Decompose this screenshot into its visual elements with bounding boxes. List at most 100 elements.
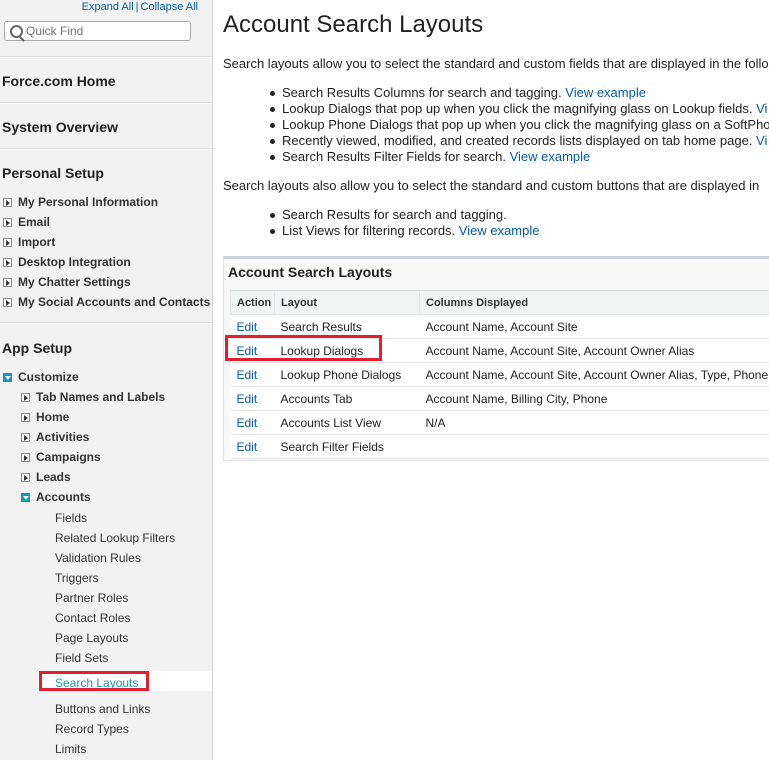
- sidebar-item-label: Campaigns: [36, 450, 101, 464]
- sidebar-item-leads[interactable]: Leads: [21, 470, 71, 484]
- sidebar-item-limits[interactable]: Limits: [55, 742, 86, 756]
- expand-arrow-icon[interactable]: [21, 413, 30, 422]
- expand-arrow-icon[interactable]: [3, 278, 12, 287]
- list-item: List Views for filtering records. View e…: [222, 223, 539, 239]
- columns-cell: Account Name, Account Site: [419, 314, 769, 339]
- buttons-bullet-list: Search Results for search and tagging. L…: [222, 207, 539, 239]
- sidebar-item-home[interactable]: Home: [21, 410, 69, 424]
- expand-arrow-icon[interactable]: [3, 198, 12, 207]
- table-header-row: Action Layout Columns Displayed: [230, 290, 769, 315]
- panel-title: Account Search Layouts: [228, 264, 393, 280]
- system-overview-link[interactable]: System Overview: [2, 119, 118, 135]
- edit-link[interactable]: Edit: [237, 320, 258, 334]
- bullet-text: Search Results Filter Fields for search.: [282, 149, 510, 164]
- edit-link[interactable]: Edit: [237, 416, 258, 430]
- edit-link[interactable]: Edit: [237, 392, 258, 406]
- bullet-text: Lookup Dialogs that pop up when you clic…: [282, 101, 757, 116]
- sidebar-item-desktop-integration[interactable]: Desktop Integration: [3, 255, 131, 269]
- app-setup-heading: App Setup: [2, 340, 72, 356]
- bullet-text: Lookup Phone Dialogs that pop up when yo…: [282, 117, 769, 132]
- sidebar-item-label: Tab Names and Labels: [36, 390, 166, 404]
- sidebar-item-label: Email: [18, 215, 51, 229]
- columns-cell: [419, 434, 769, 459]
- table-row: Edit Lookup Phone Dialogs Account Name, …: [230, 362, 769, 387]
- sidebar-item-label: My Personal Information: [18, 195, 159, 209]
- quick-find-box[interactable]: [4, 21, 191, 41]
- sidebar-item-customize[interactable]: Customize: [3, 370, 79, 384]
- column-header-action: Action: [230, 290, 275, 315]
- edit-link[interactable]: Edit: [237, 368, 258, 382]
- intro-buttons-text: Search layouts also allow you to select …: [223, 178, 760, 193]
- page-title: Account Search Layouts: [223, 11, 484, 38]
- collapse-arrow-icon[interactable]: [3, 373, 12, 382]
- expand-all-link[interactable]: Expand All: [82, 1, 134, 13]
- sidebar-item-field-sets[interactable]: Field Sets: [55, 651, 108, 665]
- sidebar-item-page-layouts[interactable]: Page Layouts: [55, 631, 128, 645]
- view-example-link[interactable]: Vi: [756, 101, 767, 116]
- sidebar-item-label: Desktop Integration: [18, 255, 131, 269]
- action-cell: Edit: [230, 386, 275, 411]
- sidebar-item-partner-roles[interactable]: Partner Roles: [55, 591, 128, 605]
- expand-arrow-icon[interactable]: [3, 298, 12, 307]
- search-layouts-table: Action Layout Columns Displayed Edit Sea…: [230, 290, 769, 459]
- collapse-all-link[interactable]: Collapse All: [141, 1, 198, 13]
- divider: [0, 148, 212, 150]
- list-item: Search Results Columns for search and ta…: [222, 85, 769, 101]
- sidebar-item-social-accounts[interactable]: My Social Accounts and Contacts: [3, 295, 210, 309]
- view-example-link[interactable]: View example: [565, 85, 646, 100]
- intro-fields-text: Search layouts allow you to select the s…: [223, 56, 769, 71]
- sidebar-item-label: Customize: [18, 370, 79, 384]
- divider: [0, 102, 212, 104]
- divider: [0, 322, 212, 324]
- sidebar-item-label: Leads: [36, 470, 71, 484]
- sidebar-item-record-types[interactable]: Record Types: [55, 722, 129, 736]
- sidebar-item-tab-names[interactable]: Tab Names and Labels: [21, 390, 165, 404]
- sidebar-item-contact-roles[interactable]: Contact Roles: [55, 611, 130, 625]
- action-cell: Edit: [230, 362, 275, 387]
- force-home-link[interactable]: Force.com Home: [2, 73, 116, 89]
- sidebar-item-label: My Social Accounts and Contacts: [18, 295, 211, 309]
- expand-arrow-icon[interactable]: [21, 393, 30, 402]
- sidebar-item-buttons-links[interactable]: Buttons and Links: [55, 702, 150, 716]
- expand-arrow-icon[interactable]: [21, 473, 30, 482]
- columns-cell: Account Name, Account Site, Account Owne…: [419, 338, 769, 363]
- sidebar-item-accounts[interactable]: Accounts: [21, 490, 91, 504]
- sidebar-item-personal-info[interactable]: My Personal Information: [3, 195, 158, 209]
- sidebar-item-related-lookup-filters[interactable]: Related Lookup Filters: [55, 531, 175, 545]
- table-row: Edit Accounts List View N/A: [230, 410, 769, 435]
- collapse-arrow-icon[interactable]: [21, 493, 30, 502]
- bullet-text: Search Results for search and tagging.: [282, 207, 507, 222]
- main-content: Account Search Layouts Search layouts al…: [222, 0, 769, 760]
- table-row: Edit Accounts Tab Account Name, Billing …: [230, 386, 769, 411]
- sidebar-item-validation-rules[interactable]: Validation Rules: [55, 551, 141, 565]
- layout-cell: Accounts Tab: [274, 386, 420, 411]
- view-example-link[interactable]: View example: [459, 223, 540, 238]
- expand-arrow-icon[interactable]: [21, 433, 30, 442]
- columns-cell: N/A: [419, 410, 769, 435]
- list-item: Lookup Phone Dialogs that pop up when yo…: [222, 117, 769, 133]
- sidebar-item-email[interactable]: Email: [3, 215, 50, 229]
- view-example-link[interactable]: View example: [510, 149, 591, 164]
- sidebar-item-activities[interactable]: Activities: [21, 430, 89, 444]
- column-header-layout: Layout: [274, 290, 420, 315]
- column-header-columns: Columns Displayed: [419, 290, 769, 315]
- highlight-box: [225, 335, 382, 361]
- sidebar-item-triggers[interactable]: Triggers: [55, 571, 99, 585]
- search-icon: [10, 25, 23, 38]
- expand-collapse-links: Expand All | Collapse All: [82, 1, 198, 13]
- expand-arrow-icon[interactable]: [3, 238, 12, 247]
- sidebar-item-campaigns[interactable]: Campaigns: [21, 450, 101, 464]
- expand-arrow-icon[interactable]: [21, 453, 30, 462]
- quick-find-input[interactable]: [26, 23, 186, 39]
- sidebar-item-fields[interactable]: Fields: [55, 511, 87, 525]
- sidebar-item-label: My Chatter Settings: [18, 275, 131, 289]
- sidebar-item-import[interactable]: Import: [3, 235, 55, 249]
- layout-cell: Search Filter Fields: [274, 434, 420, 459]
- sidebar-item-chatter-settings[interactable]: My Chatter Settings: [3, 275, 131, 289]
- expand-arrow-icon[interactable]: [3, 258, 12, 267]
- edit-link[interactable]: Edit: [237, 440, 258, 454]
- bullet-text: Recently viewed, modified, and created r…: [282, 133, 757, 148]
- table-row: Edit Search Filter Fields: [230, 434, 769, 459]
- expand-arrow-icon[interactable]: [3, 218, 12, 227]
- view-example-link[interactable]: Vi: [756, 133, 767, 148]
